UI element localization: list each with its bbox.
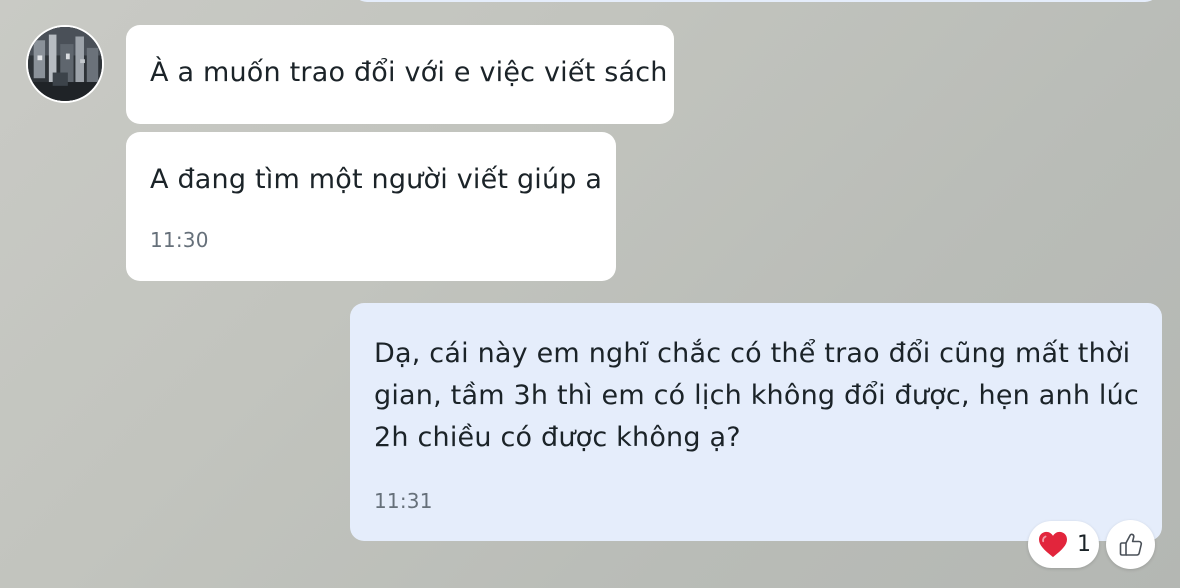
like-button[interactable]	[1106, 520, 1155, 569]
avatar[interactable]	[26, 25, 104, 103]
previous-message-bubble	[353, 0, 1159, 2]
message-text: Dạ, cái này em nghĩ chắc có thể trao đổi…	[374, 338, 1148, 453]
message-bubble-incoming[interactable]: A đang tìm một người viết giúp a 11:30	[126, 132, 616, 281]
reaction-count: 1	[1077, 532, 1091, 557]
heart-icon	[1039, 531, 1067, 557]
message-text: A đang tìm một người viết giúp a	[150, 164, 603, 195]
message-timestamp: 11:30	[150, 228, 209, 252]
message-bubble-outgoing[interactable]: Dạ, cái này em nghĩ chắc có thể trao đổi…	[350, 303, 1162, 541]
avatar-image	[28, 27, 102, 101]
message-timestamp: 11:31	[374, 489, 433, 513]
message-bubble-incoming[interactable]: À a muốn trao đổi với e việc viết sách	[126, 25, 674, 124]
reaction-summary[interactable]: 1	[1028, 521, 1099, 568]
message-text: À a muốn trao đổi với e việc viết sách	[150, 57, 668, 88]
thumbs-up-icon	[1119, 533, 1142, 556]
